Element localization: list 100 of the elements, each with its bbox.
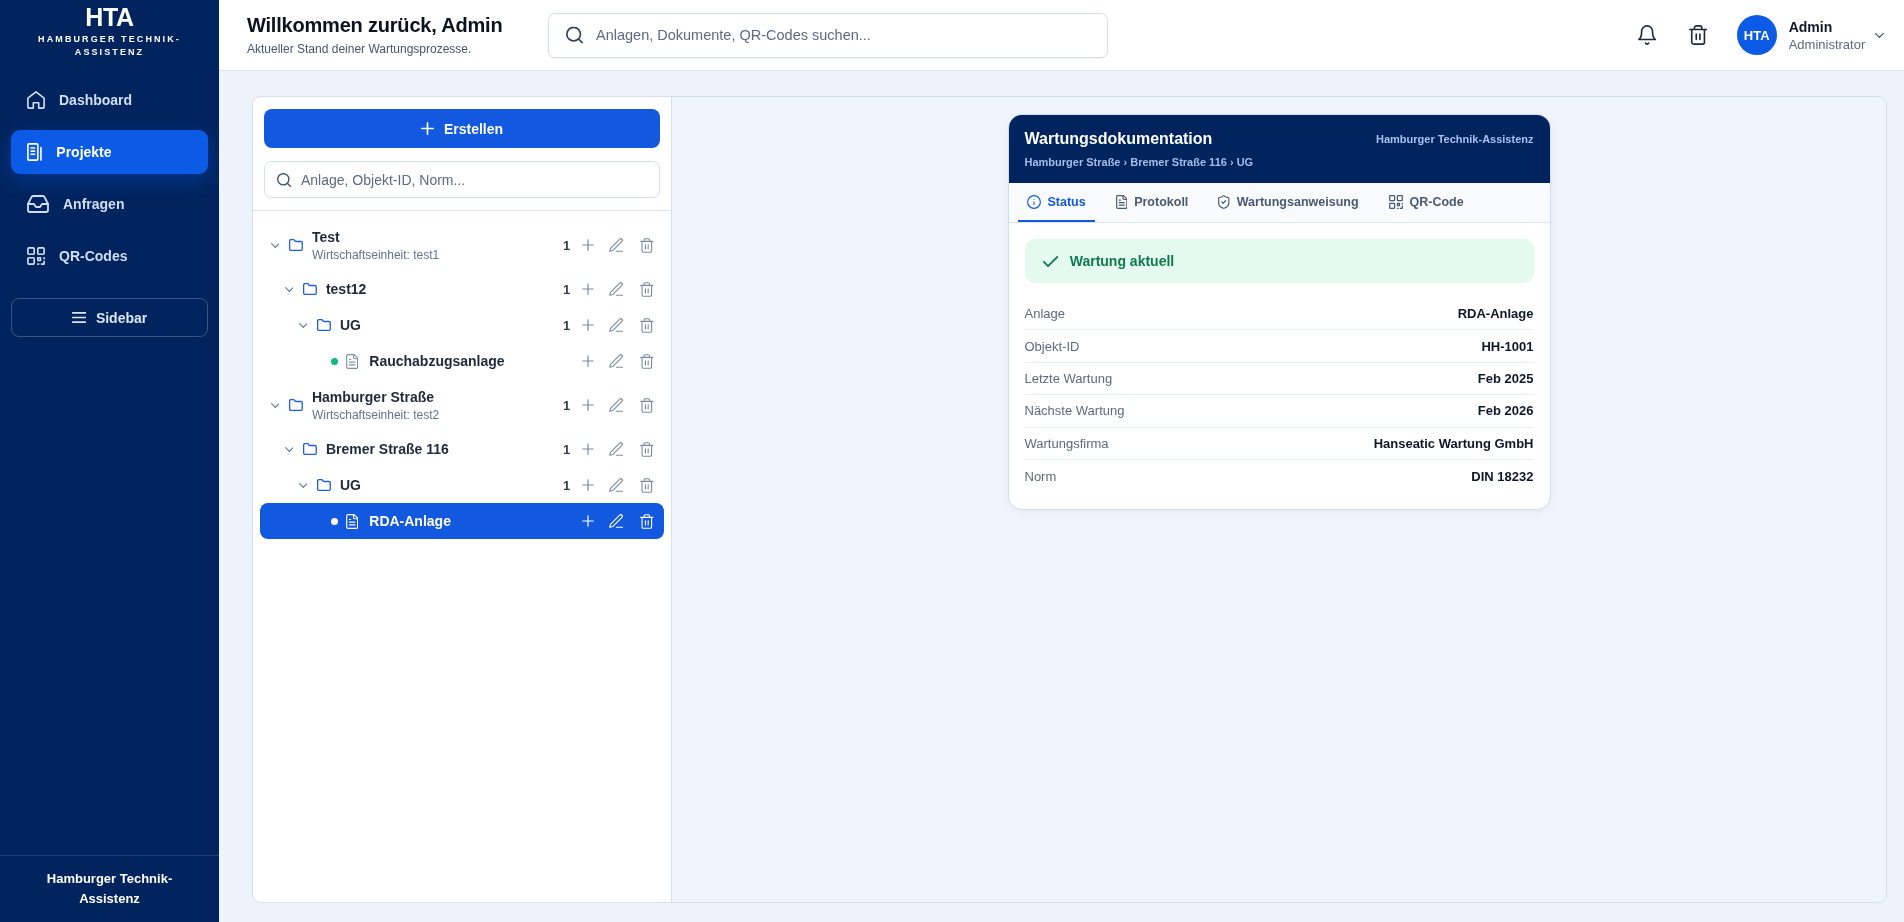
item-count: 1 — [562, 397, 572, 413]
card-brand: Hamburger Technik-Assistenz — [1376, 133, 1534, 145]
folder-icon — [303, 443, 317, 455]
field-label: Letzte Wartung — [1024, 370, 1113, 386]
inbox-icon — [27, 195, 49, 213]
menu-icon — [71, 312, 86, 323]
shield-check-icon — [1218, 194, 1230, 209]
plus-icon[interactable] — [581, 399, 594, 411]
chevron-down-icon[interactable] — [270, 402, 280, 408]
tree-item-label: test12 — [325, 280, 367, 298]
pencil-icon[interactable] — [608, 318, 624, 332]
chevron-down-icon[interactable] — [284, 286, 294, 292]
avatar[interactable]: HTA — [1736, 15, 1777, 55]
tree-item-label: RDA-Anlage — [369, 512, 451, 530]
logo-tagline: HAMBURGER TECHNIK-ASSISTENZ — [37, 33, 182, 59]
field-value: Feb 2026 — [1477, 403, 1534, 419]
pencil-icon[interactable] — [608, 442, 624, 456]
card-title: Wartungsdokumentation — [1024, 129, 1213, 149]
caret-icon[interactable] — [1875, 32, 1884, 38]
status-label: Wartung aktuell — [1069, 253, 1175, 269]
folder-icon — [317, 479, 331, 491]
plus-icon[interactable] — [581, 319, 594, 331]
chevron-down-icon[interactable] — [270, 242, 280, 248]
pencil-icon[interactable] — [608, 238, 624, 252]
plus-icon[interactable] — [581, 355, 594, 367]
tree-item-label: Bremer Straße 116 — [325, 440, 449, 458]
nav-item[interactable]: Anfragen — [11, 182, 208, 226]
nav-item[interactable]: Projekte — [11, 130, 208, 174]
document-icon — [346, 513, 359, 529]
item-count: 1 — [562, 237, 572, 253]
item-count: 1 — [562, 441, 572, 457]
bell-icon[interactable] — [1638, 25, 1657, 45]
field-label: Nächste Wartung — [1024, 403, 1125, 419]
page-subtitle: Aktueller Stand deiner Wartungsprozesse. — [247, 41, 472, 57]
plus-icon[interactable] — [581, 283, 594, 295]
chevron-down-icon[interactable] — [284, 446, 294, 452]
tree-row[interactable]: Hamburger Straße Wirtschaftseinheit: test2 1 — [260, 379, 664, 431]
sidebar-toggle-button[interactable]: Sidebar — [11, 298, 208, 337]
field-value: RDA-Anlage — [1457, 306, 1534, 322]
breadcrumb: Hamburger Straße › Bremer Straße 116 › UG — [1024, 155, 1254, 170]
trash-icon[interactable] — [1688, 25, 1707, 45]
pencil-icon[interactable] — [608, 282, 624, 296]
field-label: Wartungsfirma — [1024, 435, 1109, 451]
field-value: DIN 18232 — [1471, 468, 1534, 484]
pencil-icon[interactable] — [608, 478, 624, 492]
field-label: Anlage — [1024, 306, 1065, 322]
nav-item[interactable]: QR-Codes — [11, 234, 208, 278]
tree-item-subtitle: Wirtschaftseinheit: test1 — [311, 247, 440, 263]
info-icon — [1026, 194, 1041, 209]
create-button[interactable]: Erstellen — [264, 109, 660, 148]
tree-row[interactable]: test12 1 — [260, 271, 664, 307]
tree-item-subtitle: Wirtschaftseinheit: test2 — [311, 407, 440, 423]
qr-code-icon — [27, 247, 45, 265]
plus-icon[interactable] — [581, 443, 594, 455]
folder-icon — [289, 399, 303, 411]
field-label: Norm — [1024, 468, 1057, 484]
field-value: Feb 2025 — [1477, 370, 1534, 386]
plus-icon — [420, 122, 434, 135]
tree-search-field[interactable]: Anlage, Objekt-ID, Norm... — [264, 161, 660, 198]
plus-icon[interactable] — [581, 239, 594, 251]
tree-row[interactable]: Bremer Straße 116 1 — [260, 431, 664, 467]
tab[interactable]: Status — [1017, 183, 1095, 222]
search-icon — [566, 26, 583, 44]
folder-icon — [303, 283, 317, 295]
chevron-down-icon[interactable] — [298, 322, 308, 328]
tree-row[interactable]: UG 1 — [260, 467, 664, 503]
tree-row[interactable]: Test Wirtschaftseinheit: test1 1 — [260, 219, 664, 271]
nav-item[interactable]: Dashboard — [11, 78, 208, 122]
document-list-icon — [27, 143, 43, 161]
item-count: 1 — [562, 317, 572, 333]
plus-icon[interactable] — [581, 479, 594, 491]
pencil-icon[interactable] — [608, 354, 624, 368]
logo: HTA — [85, 3, 134, 31]
check-icon — [1042, 255, 1058, 267]
field-value: HH-1001 — [1481, 338, 1534, 354]
sidebar-footer-text: Hamburger Technik-Assistenz — [45, 870, 174, 908]
search-field[interactable]: Anlagen, Dokumente, QR-Codes suchen... — [548, 12, 1108, 58]
field-value: Hanseatic Wartung GmbH — [1373, 435, 1534, 451]
tree-item-label: Hamburger Straße — [311, 387, 435, 406]
tree-row[interactable]: Rauchabzugsanlage — [260, 343, 664, 379]
item-count: 1 — [562, 281, 572, 297]
document-icon — [346, 353, 359, 369]
field-label: Objekt-ID — [1024, 338, 1080, 354]
tab[interactable]: QR-Code — [1379, 183, 1473, 222]
folder-icon — [289, 239, 303, 251]
pencil-icon[interactable] — [608, 398, 624, 412]
folder-icon — [317, 319, 331, 331]
tree-item-label: UG — [339, 316, 361, 334]
tree-item-label: UG — [339, 476, 361, 494]
page-title: Willkommen zurück, Admin — [247, 13, 503, 37]
chevron-down-icon[interactable] — [298, 482, 308, 488]
user-name: Admin — [1788, 17, 1833, 36]
search-icon — [277, 172, 291, 187]
document-icon — [1115, 194, 1128, 209]
tab[interactable]: Protokoll — [1106, 183, 1198, 222]
tree-row[interactable]: UG 1 — [260, 307, 664, 343]
tree-item-label: Test — [311, 227, 340, 246]
tab[interactable]: Wartungsanweisung — [1209, 183, 1368, 222]
tree-item-label: Rauchabzugsanlage — [369, 352, 505, 370]
item-count: 1 — [562, 477, 572, 493]
